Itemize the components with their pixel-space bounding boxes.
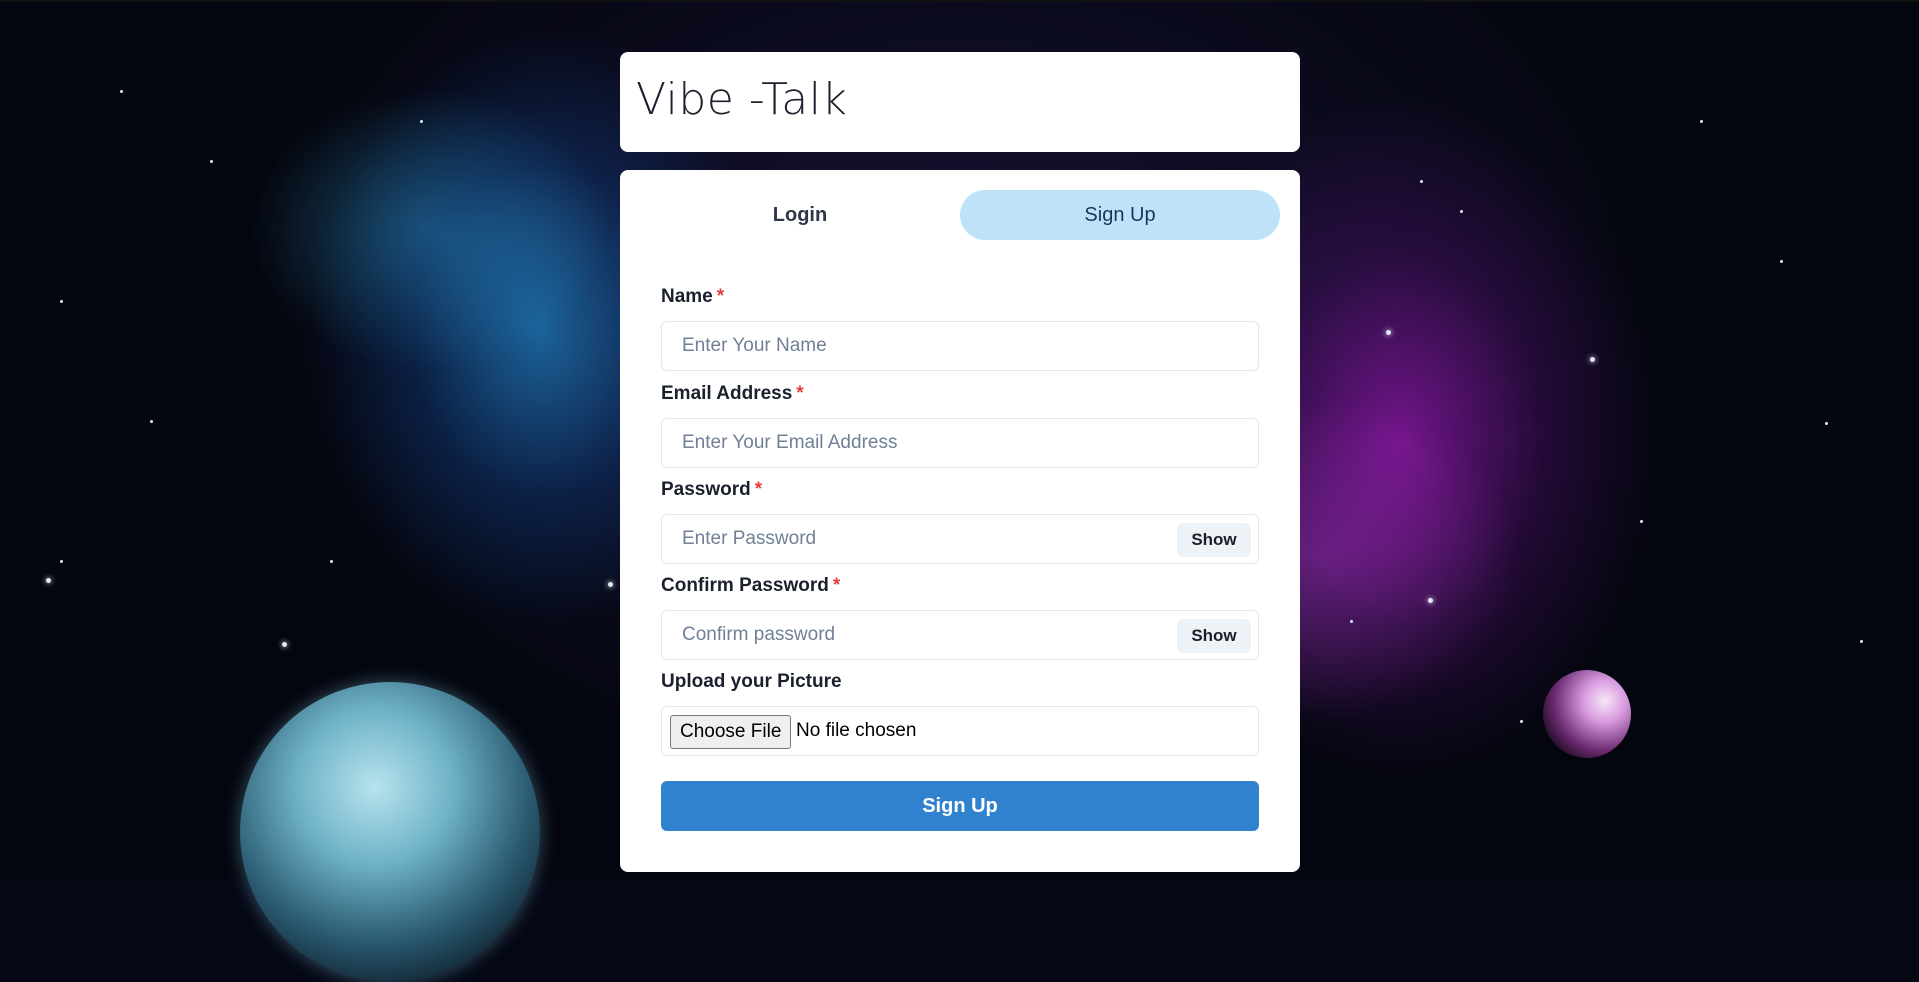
- name-field-box: [661, 321, 1259, 371]
- required-marker: *: [796, 383, 804, 404]
- confirm-password-field-box: Show: [661, 610, 1259, 660]
- star: [1460, 210, 1463, 213]
- star: [282, 642, 287, 647]
- star: [1590, 357, 1595, 362]
- email-label-text: Email Address: [661, 383, 793, 404]
- required-marker: *: [754, 479, 763, 500]
- confirm-password-input[interactable]: [662, 611, 1258, 659]
- planet-left: [240, 682, 540, 982]
- star: [608, 582, 613, 587]
- password-input[interactable]: [662, 515, 1258, 563]
- file-status: No file chosen: [796, 720, 917, 741]
- required-marker: *: [716, 286, 725, 307]
- picture-upload-box: Choose File No file chosen: [661, 706, 1259, 756]
- planet-right: [1543, 670, 1631, 758]
- header-card: Vibe -Talk: [620, 52, 1300, 152]
- show-password-button[interactable]: Show: [1177, 523, 1251, 557]
- name-label: Name *: [661, 286, 724, 308]
- star: [120, 90, 123, 93]
- star: [210, 160, 213, 163]
- show-confirm-password-button[interactable]: Show: [1177, 619, 1251, 653]
- star: [150, 420, 153, 423]
- star: [1860, 640, 1863, 643]
- password-field-box: Show: [661, 514, 1259, 564]
- star: [46, 578, 51, 583]
- star: [60, 300, 63, 303]
- picture-label: Upload your Picture: [661, 671, 842, 692]
- star: [1350, 620, 1353, 623]
- star: [1420, 180, 1423, 183]
- password-label-text: Password: [661, 479, 751, 500]
- window-top-border: [0, 0, 1919, 2]
- star: [60, 560, 63, 563]
- email-input[interactable]: [662, 419, 1258, 467]
- name-input[interactable]: [662, 322, 1258, 370]
- signup-submit-button[interactable]: Sign Up: [661, 781, 1259, 831]
- star: [420, 120, 423, 123]
- confirm-password-label: Confirm Password *: [661, 575, 840, 597]
- star: [1520, 720, 1523, 723]
- tab-login[interactable]: Login: [640, 190, 960, 240]
- required-marker: *: [832, 575, 841, 596]
- email-label: Email Address *: [661, 383, 804, 405]
- star: [1386, 330, 1391, 335]
- star: [1428, 598, 1433, 603]
- star: [1700, 120, 1703, 123]
- tab-signup[interactable]: Sign Up: [960, 190, 1280, 240]
- star: [1640, 520, 1643, 523]
- name-label-text: Name: [661, 286, 713, 307]
- signup-card: Login Sign Up Name* Email Address* Passw…: [620, 170, 1300, 872]
- confirm-password-label-text: Confirm Password: [661, 575, 829, 596]
- app-title: Vibe -Talk: [636, 74, 848, 125]
- star: [330, 560, 333, 563]
- auth-tabs: Login Sign Up: [640, 190, 1280, 240]
- star: [1780, 260, 1783, 263]
- star: [1825, 422, 1828, 425]
- password-label: Password *: [661, 479, 762, 501]
- email-field-box: [661, 418, 1259, 468]
- choose-file-button[interactable]: Choose File: [670, 715, 792, 749]
